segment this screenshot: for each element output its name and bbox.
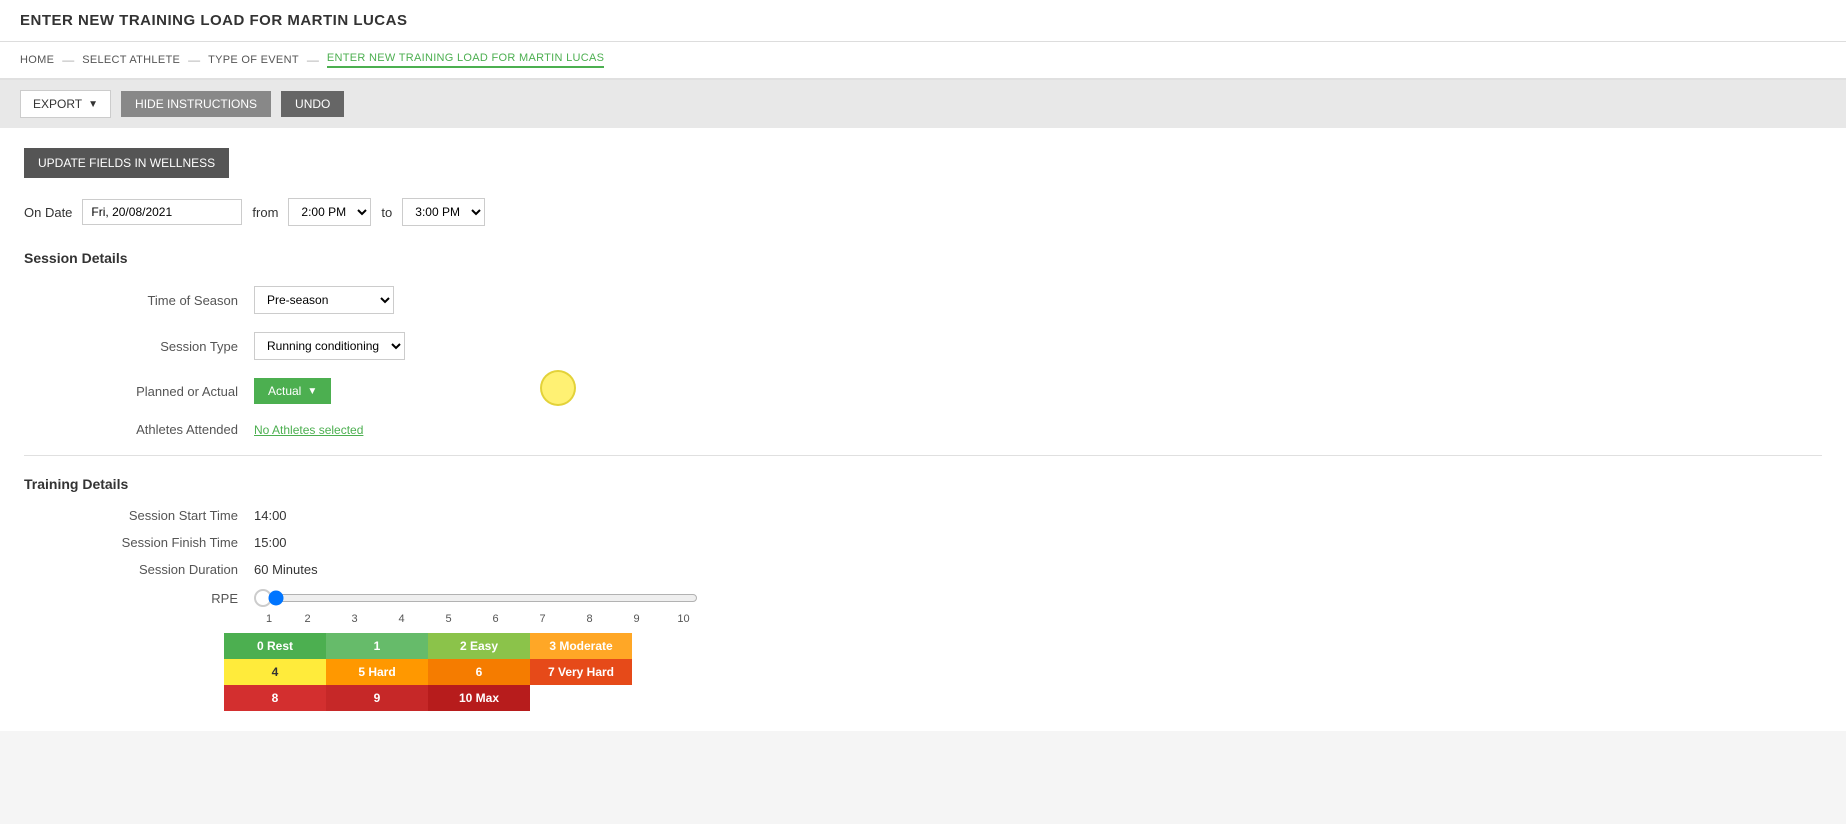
time-of-season-group: Time of Season Pre-season <box>24 286 1822 314</box>
planned-actual-button[interactable]: Actual ▼ <box>254 378 331 404</box>
main-content: UPDATE FIELDS IN WELLNESS On Date from 2… <box>0 128 1846 731</box>
rpe-label: RPE <box>84 591 254 606</box>
breadcrumb-sep-2: — <box>188 53 200 67</box>
rpe-tick-1: 1 <box>254 613 284 625</box>
session-start-time-row: Session Start Time 14:00 <box>24 508 1822 523</box>
session-duration-label: Session Duration <box>84 562 254 577</box>
rpe-cell-10: 10 Max <box>428 685 530 711</box>
page-title: ENTER NEW TRAINING LOAD FOR MARTIN LUCAS <box>20 12 1826 29</box>
session-duration-row: Session Duration 60 Minutes <box>24 562 1822 577</box>
rpe-tick-3: 3 <box>331 613 378 625</box>
athletes-attended-link[interactable]: No Athletes selected <box>254 423 363 437</box>
to-time-select[interactable]: 3:00 PM <box>402 198 485 226</box>
toolbar: EXPORT ▼ HIDE INSTRUCTIONS UNDO <box>0 80 1846 128</box>
planned-actual-chevron-icon: ▼ <box>307 386 317 397</box>
session-finish-time-row: Session Finish Time 15:00 <box>24 535 1822 550</box>
rpe-slider[interactable] <box>268 590 698 606</box>
rpe-tick-9: 9 <box>613 613 660 625</box>
export-button[interactable]: EXPORT ▼ <box>20 90 111 118</box>
rpe-cell-0: 0 Rest <box>224 633 326 659</box>
on-date-label: On Date <box>24 205 72 220</box>
session-finish-time-label: Session Finish Time <box>84 535 254 550</box>
date-row: On Date from 2:00 PM to 3:00 PM <box>24 198 1822 226</box>
update-wellness-button[interactable]: UPDATE FIELDS IN WELLNESS <box>24 148 229 178</box>
page-title-bar: ENTER NEW TRAINING LOAD FOR MARTIN LUCAS <box>0 0 1846 42</box>
breadcrumb-home[interactable]: HOME <box>20 54 54 66</box>
rpe-cell-4: 4 <box>224 659 326 685</box>
planned-actual-group: Planned or Actual Actual ▼ <box>24 378 1822 404</box>
rpe-legend-row-3: 8 9 10 Max <box>224 685 1822 711</box>
time-of-season-label: Time of Season <box>84 293 254 308</box>
time-of-season-select[interactable]: Pre-season <box>254 286 394 314</box>
rpe-tick-8: 8 <box>566 613 613 625</box>
rpe-tick-5: 5 <box>425 613 472 625</box>
session-type-select[interactable]: Running conditioning <box>254 332 405 360</box>
hide-instructions-button[interactable]: HIDE INSTRUCTIONS <box>121 91 271 117</box>
rpe-row: RPE <box>24 589 1822 607</box>
breadcrumb-current: ENTER NEW TRAINING LOAD FOR MARTIN LUCAS <box>327 52 604 68</box>
planned-actual-value: Actual <box>268 384 301 398</box>
date-input[interactable] <box>82 199 242 225</box>
session-type-label: Session Type <box>84 339 254 354</box>
rpe-scale: 1 2 3 4 5 6 7 8 9 10 <box>24 613 1822 625</box>
rpe-cell-5: 5 Hard <box>326 659 428 685</box>
rpe-cell-3: 3 Moderate <box>530 633 632 659</box>
from-time-select[interactable]: 2:00 PM <box>288 198 371 226</box>
rpe-legend-row-1: 0 Rest 1 2 Easy 3 Moderate <box>224 633 1822 659</box>
undo-label: UNDO <box>295 97 330 111</box>
export-label: EXPORT <box>33 97 82 111</box>
session-start-time-value: 14:00 <box>254 508 287 523</box>
rpe-cell-9: 9 <box>326 685 428 711</box>
rpe-cell-2: 2 Easy <box>428 633 530 659</box>
rpe-tick-2: 2 <box>284 613 331 625</box>
rpe-tick-7: 7 <box>519 613 566 625</box>
undo-button[interactable]: UNDO <box>281 91 344 117</box>
hide-instructions-label: HIDE INSTRUCTIONS <box>135 97 257 111</box>
breadcrumb-type-of-event[interactable]: TYPE OF EVENT <box>208 54 299 66</box>
rpe-legend: 0 Rest 1 2 Easy 3 Moderate 4 5 Hard 6 7 … <box>24 633 1822 711</box>
rpe-legend-row-2: 4 5 Hard 6 7 Very Hard <box>224 659 1822 685</box>
session-type-group: Session Type Running conditioning <box>24 332 1822 360</box>
rpe-tick-6: 6 <box>472 613 519 625</box>
breadcrumb: HOME — SELECT ATHLETE — TYPE OF EVENT — … <box>0 42 1846 80</box>
athletes-attended-group: Athletes Attended No Athletes selected <box>24 422 1822 437</box>
rpe-tick-4: 4 <box>378 613 425 625</box>
athletes-attended-label: Athletes Attended <box>84 422 254 437</box>
session-finish-time-value: 15:00 <box>254 535 287 550</box>
session-details-title: Session Details <box>24 250 1822 270</box>
session-duration-value: 60 Minutes <box>254 562 318 577</box>
breadcrumb-select-athlete[interactable]: SELECT ATHLETE <box>82 54 180 66</box>
from-label: from <box>252 205 278 220</box>
rpe-tick-10: 10 <box>660 613 707 625</box>
breadcrumb-sep-3: — <box>307 53 319 67</box>
export-chevron-icon: ▼ <box>88 99 98 110</box>
to-label: to <box>381 205 392 220</box>
rpe-cell-7: 7 Very Hard <box>530 659 632 685</box>
breadcrumb-sep-1: — <box>62 53 74 67</box>
rpe-slider-container <box>254 589 698 607</box>
planned-actual-label: Planned or Actual <box>84 384 254 399</box>
session-start-time-label: Session Start Time <box>84 508 254 523</box>
rpe-cell-8: 8 <box>224 685 326 711</box>
rpe-cell-6: 6 <box>428 659 530 685</box>
section-divider <box>24 455 1822 456</box>
update-wellness-label: UPDATE FIELDS IN WELLNESS <box>38 156 215 170</box>
training-details-title: Training Details <box>24 476 1822 492</box>
rpe-cell-1: 1 <box>326 633 428 659</box>
